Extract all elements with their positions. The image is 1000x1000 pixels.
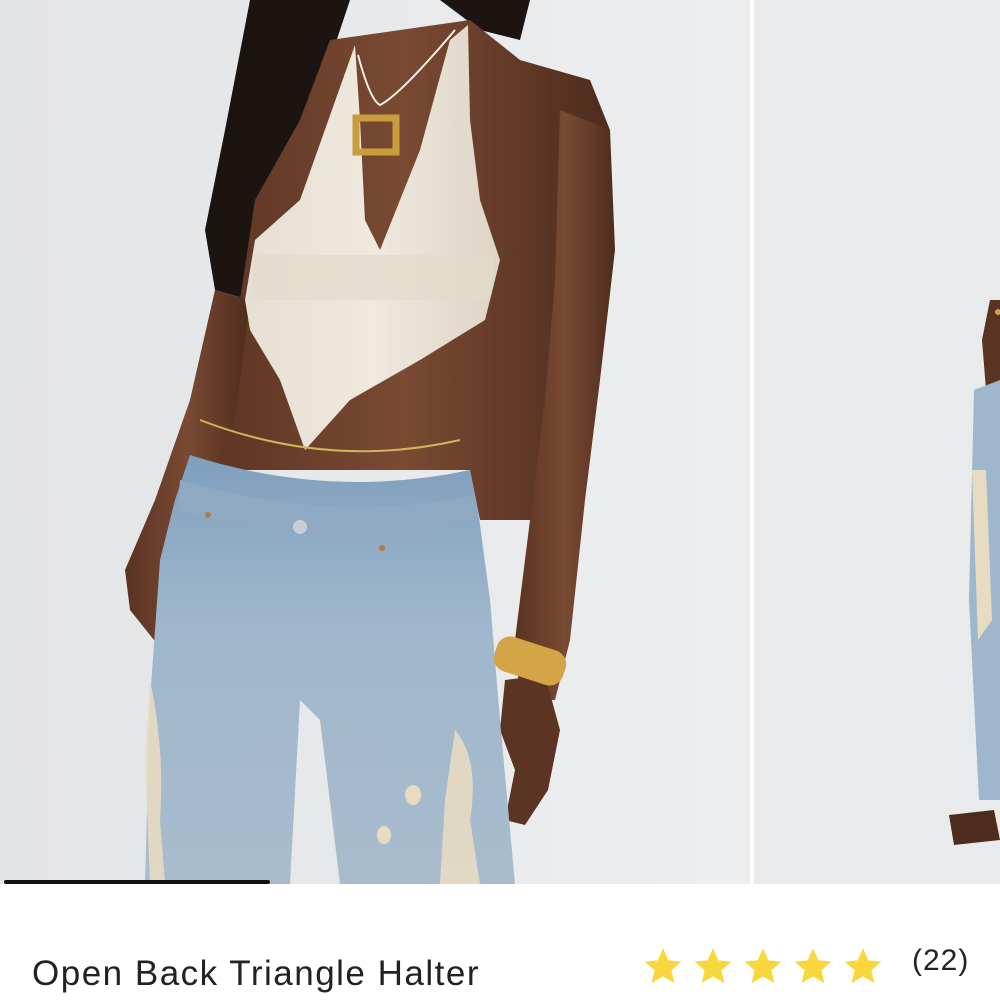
star-filled-icon (844, 948, 882, 984)
product-rating[interactable]: (22) (640, 942, 969, 992)
star-filled-icon (794, 948, 832, 984)
star-filled-icon (694, 948, 732, 984)
product-title: Open Back Triangle Halter (32, 954, 480, 993)
star-filled-icon (744, 948, 782, 984)
product-page: Open Back Triangle Halter (22) (0, 0, 1000, 1000)
product-photo-next[interactable] (754, 0, 1000, 884)
product-photo-next-illustration (754, 0, 1000, 884)
review-count[interactable]: (22) (912, 944, 969, 978)
rating-stars (640, 945, 890, 989)
product-image-carousel[interactable] (0, 0, 1000, 884)
product-info: Open Back Triangle Halter (22) (0, 884, 1000, 1000)
product-photo-illustration (0, 0, 750, 884)
star-filled-icon (644, 948, 682, 984)
product-photo-main[interactable] (0, 0, 750, 884)
